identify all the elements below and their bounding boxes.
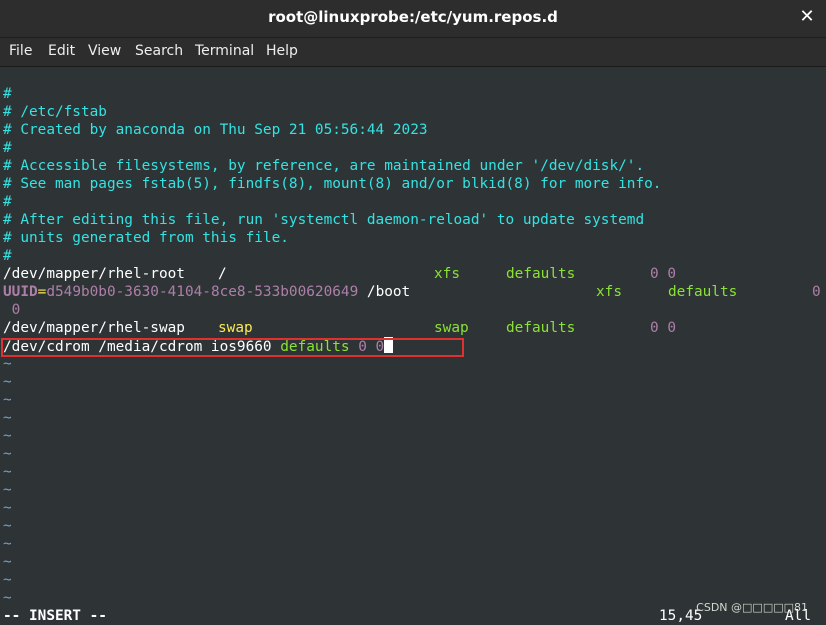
- boot-mount: /boot: [366, 284, 411, 300]
- watermark: CSDN @□□□□□81: [696, 601, 808, 614]
- comment-line: #: [3, 86, 12, 102]
- swap-mount: swap: [218, 320, 253, 336]
- menu-bar: File Edit View Search Terminal Help: [0, 38, 826, 67]
- fstab-boot-line-wrap: 0: [3, 301, 21, 319]
- menu-help[interactable]: Help: [266, 43, 298, 59]
- fstab-boot-line: UUID=d549b0b0-3630-4104-8ce8-533b0062064…: [3, 283, 821, 301]
- window-title: root@linuxprobe:/etc/yum.repos.d: [268, 8, 558, 26]
- empty-line-tilde: ~: [3, 428, 12, 444]
- empty-line-tilde: ~: [3, 482, 12, 498]
- highlight-annotation-box: [1, 338, 464, 357]
- close-icon[interactable]: ✕: [796, 6, 818, 28]
- vim-mode-indicator: -- INSERT --: [3, 608, 107, 624]
- empty-line-tilde: ~: [3, 554, 12, 570]
- swap-dump-pass: 0 0: [650, 320, 676, 336]
- fstab-root-line: /dev/mapper/rhel-root / xfs defaults 0 0: [3, 265, 676, 283]
- root-options: defaults: [506, 266, 576, 282]
- menu-file[interactable]: File: [9, 43, 32, 59]
- menu-search[interactable]: Search: [135, 43, 183, 59]
- comment-line: #: [3, 140, 12, 156]
- empty-line-tilde: ~: [3, 356, 12, 372]
- menu-edit[interactable]: Edit: [48, 43, 75, 59]
- boot-options: defaults: [668, 284, 738, 300]
- fstab-swap-line: /dev/mapper/rhel-swap swap swap defaults 0 0: [3, 319, 676, 337]
- comment-line: # Created by anaconda on Thu Sep 21 05:5…: [3, 122, 428, 138]
- comment-line: # units generated from this file.: [3, 230, 289, 246]
- uuid-key: UUID: [3, 284, 38, 300]
- menu-terminal[interactable]: Terminal: [195, 43, 254, 59]
- menu-view[interactable]: View: [88, 43, 121, 59]
- empty-line-tilde: ~: [3, 410, 12, 426]
- boot-pass: 0: [11, 302, 21, 318]
- empty-line-tilde: ~: [3, 392, 12, 408]
- swap-options: defaults: [506, 320, 576, 336]
- comment-line: # Accessible filesystems, by reference, …: [3, 158, 645, 174]
- comment-line: #: [3, 194, 12, 210]
- comment-line: # See man pages fstab(5), findfs(8), mou…: [3, 176, 662, 192]
- empty-line-tilde: ~: [3, 374, 12, 390]
- boot-fs: xfs: [596, 284, 622, 300]
- root-dump-pass: 0 0: [650, 266, 676, 282]
- empty-line-tilde: ~: [3, 464, 12, 480]
- root-fs: xfs: [434, 266, 460, 282]
- boot-dump: 0: [812, 284, 821, 300]
- title-bar: root@linuxprobe:/etc/yum.repos.d ✕: [0, 0, 826, 38]
- comment-line: # After editing this file, run 'systemct…: [3, 212, 645, 228]
- comment-line: #: [3, 248, 12, 264]
- swap-device: /dev/mapper/rhel-swap: [3, 320, 185, 336]
- uuid-value: d549b0b0-3630-4104-8ce8-533b00620649: [46, 284, 359, 300]
- empty-line-tilde: ~: [3, 590, 12, 606]
- comment-line: # /etc/fstab: [3, 104, 107, 120]
- empty-line-tilde: ~: [3, 536, 12, 552]
- empty-line-tilde: ~: [3, 572, 12, 588]
- empty-line-tilde: ~: [3, 500, 12, 516]
- empty-line-tilde: ~: [3, 518, 12, 534]
- empty-line-tilde: ~: [3, 446, 12, 462]
- root-device: /dev/mapper/rhel-root: [3, 266, 185, 282]
- root-mount: /: [218, 266, 227, 282]
- swap-fs: swap: [434, 320, 469, 336]
